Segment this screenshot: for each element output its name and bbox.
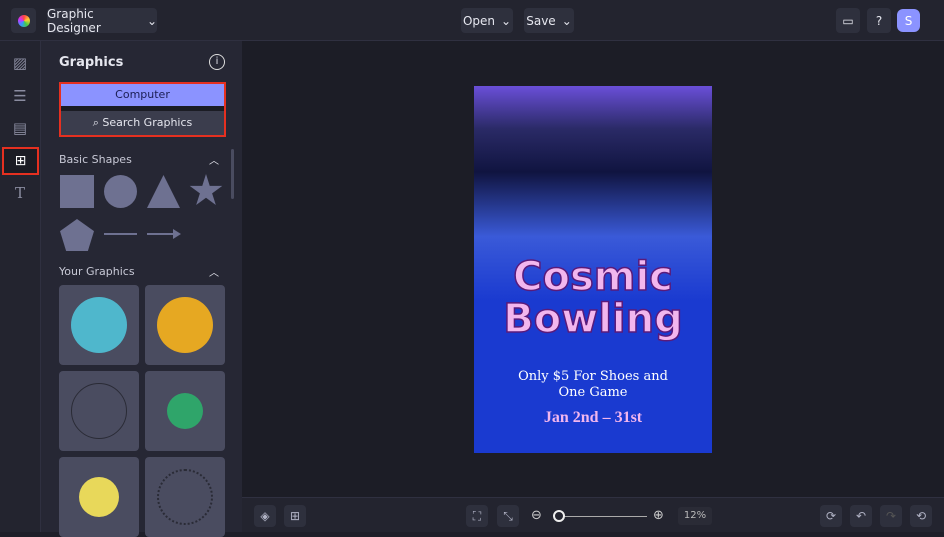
pentagon-shape[interactable] bbox=[60, 219, 94, 251]
poster-title-line1: Cosmic bbox=[512, 253, 673, 301]
text-icon[interactable]: T bbox=[10, 183, 30, 203]
zoom-in-icon[interactable]: ⊕ bbox=[653, 508, 664, 523]
layers-icon[interactable]: ◈ bbox=[254, 505, 276, 527]
bottom-toolbar: ◈ ⊞ ⛶ ⤡ ⊖ ⊕ 12% ⟳ ↶ ↷ ⟲ bbox=[242, 497, 944, 532]
circle-shape[interactable] bbox=[104, 175, 137, 208]
zoom-level[interactable]: 12% bbox=[678, 507, 712, 525]
your-graphics-heading: Your Graphics bbox=[59, 265, 135, 278]
graphic-thumb[interactable] bbox=[59, 285, 139, 365]
chevron-down-icon: ⌄ bbox=[146, 13, 157, 28]
app-menu-button[interactable]: Graphic Designer ⌄ bbox=[47, 6, 157, 35]
graphic-thumb[interactable] bbox=[59, 371, 139, 451]
undo-icon[interactable]: ↶ bbox=[850, 505, 872, 527]
square-shape[interactable] bbox=[60, 175, 94, 208]
image-icon[interactable]: ▨ bbox=[10, 53, 30, 73]
panel-title: Graphics bbox=[59, 55, 124, 70]
collapse-icon[interactable]: ︿ bbox=[209, 152, 219, 167]
graphic-thumb[interactable] bbox=[59, 457, 139, 537]
graphics-tab[interactable]: ⊞ bbox=[2, 147, 39, 175]
triangle-shape[interactable] bbox=[147, 175, 180, 208]
info-icon[interactable]: i bbox=[209, 54, 225, 70]
shrink-icon[interactable]: ⤡ bbox=[497, 505, 519, 527]
canvas-area: Cosmic Bowling Only $5 For Shoes and One… bbox=[242, 41, 944, 497]
poster-title-line2: Bowling bbox=[503, 295, 684, 343]
graphic-thumb[interactable] bbox=[145, 457, 225, 537]
poster[interactable]: Cosmic Bowling Only $5 For Shoes and One… bbox=[474, 86, 712, 453]
green-ringed-planet bbox=[167, 393, 203, 429]
app-menu-label: Graphic Designer bbox=[47, 6, 101, 35]
tool-rail: ▨ ☰ ▤ ⊞ T bbox=[0, 41, 41, 532]
adjust-icon[interactable]: ☰ bbox=[10, 86, 30, 106]
layout-icon[interactable]: ▤ bbox=[10, 118, 30, 138]
graphic-thumb[interactable] bbox=[145, 371, 225, 451]
yellow-ringed-planet bbox=[79, 477, 119, 517]
scrollbar[interactable] bbox=[231, 149, 234, 199]
grid-icon[interactable]: ⊞ bbox=[284, 505, 306, 527]
save-button[interactable]: Save ⌄ bbox=[524, 8, 574, 33]
blue-planet bbox=[71, 297, 127, 353]
search-graphics-button[interactable]: ⌕ Search Graphics bbox=[61, 111, 224, 135]
star-shape[interactable] bbox=[189, 174, 223, 205]
chevron-down-icon: ⌄ bbox=[561, 13, 572, 28]
comments-icon[interactable]: ▭ bbox=[836, 8, 860, 33]
arrow-head bbox=[173, 229, 181, 239]
zoom-slider[interactable] bbox=[557, 516, 647, 517]
chevron-down-icon: ⌄ bbox=[501, 13, 512, 28]
fit-screen-icon[interactable]: ⛶ bbox=[466, 505, 488, 527]
logo-icon bbox=[17, 14, 30, 27]
search-icon: ⌕ bbox=[92, 116, 103, 129]
redo-icon[interactable]: ↷ bbox=[880, 505, 902, 527]
search-label: Search Graphics bbox=[102, 116, 193, 129]
zoom-slider-handle[interactable] bbox=[553, 510, 565, 522]
computer-upload-button[interactable]: Computer bbox=[61, 84, 224, 106]
outline-planet bbox=[71, 383, 127, 439]
open-button[interactable]: Open ⌄ bbox=[461, 8, 513, 33]
logo[interactable] bbox=[11, 8, 36, 33]
top-bar: Graphic Designer ⌄ Open ⌄ Save ⌄ ▭ ? S bbox=[0, 0, 944, 41]
history-icon[interactable]: ⟲ bbox=[910, 505, 932, 527]
zoom-out-icon[interactable]: ⊖ bbox=[531, 508, 542, 523]
open-label: Open bbox=[462, 13, 495, 28]
graphics-panel: Graphics i Computer ⌕ Search Graphics Ba… bbox=[41, 41, 242, 537]
dotted-planet bbox=[157, 469, 213, 525]
collapse-icon[interactable]: ︿ bbox=[209, 264, 219, 279]
refresh-icon[interactable]: ⟳ bbox=[820, 505, 842, 527]
line-shape[interactable] bbox=[104, 233, 137, 235]
help-icon[interactable]: ? bbox=[867, 8, 891, 33]
poster-subtitle-line2: One Game bbox=[558, 385, 628, 400]
graphics-icon: ⊞ bbox=[14, 153, 27, 169]
basic-shapes-heading: Basic Shapes bbox=[59, 153, 132, 166]
avatar[interactable]: S bbox=[897, 9, 920, 32]
orange-planet bbox=[157, 297, 213, 353]
arrow-shape[interactable] bbox=[147, 233, 175, 235]
save-label: Save bbox=[526, 13, 556, 28]
graphic-thumb[interactable] bbox=[145, 285, 225, 365]
poster-dates: Jan 2nd – 31st bbox=[543, 409, 643, 426]
poster-subtitle-line1: Only $5 For Shoes and bbox=[518, 369, 668, 384]
